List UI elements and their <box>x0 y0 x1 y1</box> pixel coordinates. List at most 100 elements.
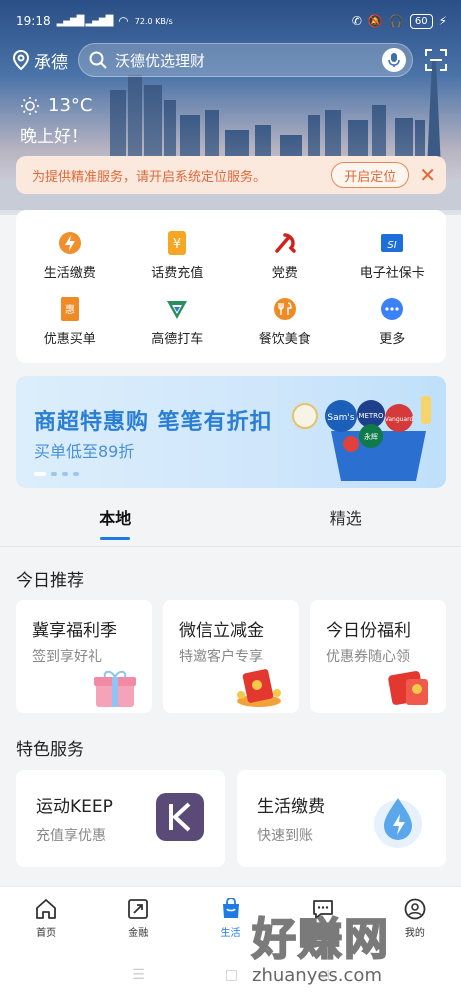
store-logo-metro: METRO <box>358 412 384 420</box>
divider <box>0 546 461 547</box>
nav-profile[interactable]: 我的 <box>369 887 461 950</box>
tab-featured[interactable]: 精选 <box>231 505 461 547</box>
promo-banner[interactable]: 商超特惠购 笔笔有折扣 买单低至89折 Sam's METRO Vanguard… <box>16 376 446 488</box>
greeting: 晚上好！ <box>20 127 88 147</box>
service-label: 话费充值 <box>151 265 204 281</box>
nav-label: 金融 <box>128 928 149 939</box>
location-pin-icon <box>12 50 30 70</box>
search-bar[interactable]: 沃德优选理财 <box>78 43 413 77</box>
bottom-navigation: 首页 金融 生活 社区 我的 <box>0 886 461 950</box>
coupon-icon <box>388 671 428 705</box>
recommend-card-wechat-discount[interactable]: 微信立减金 特邀客户专享 <box>163 600 299 713</box>
weather-widget: 13°C 晚上好！ <box>20 95 92 147</box>
service-item-phone-recharge[interactable]: ¥ 话费充值 <box>124 222 232 289</box>
charging-icon: ⚡ <box>438 14 447 28</box>
recommend-card-welfare-season[interactable]: 冀享福利季 签到享好礼 <box>16 600 152 713</box>
store-logo-yonghui: 永辉 <box>364 432 378 441</box>
nav-home[interactable]: 首页 <box>0 887 92 950</box>
service-item-amap-taxi[interactable]: 高德打车 <box>124 289 232 356</box>
section-title-today: 今日推荐 <box>16 571 84 591</box>
nav-label: 首页 <box>36 928 57 939</box>
temperature: 13°C <box>48 95 93 116</box>
location-label: 承德 <box>34 52 68 73</box>
card-title: 冀享福利季 <box>32 621 117 641</box>
service-item-utility-payment[interactable]: 生活缴费 <box>16 222 124 289</box>
top-bar: 承德 沃德优选理财 <box>0 42 461 78</box>
service-grid: 生活缴费 ¥ 话费充值 党费 SI 电子社保卡 惠 优惠买单 高德打车 餐饮美食… <box>16 210 446 363</box>
search-input[interactable]: 沃德优选理财 <box>115 50 374 71</box>
tab-label: 精选 <box>329 509 362 528</box>
amap-taxi-icon <box>164 296 190 322</box>
water-drop-icon <box>374 798 422 848</box>
wifi-icon: ◠ <box>118 14 129 28</box>
voice-search-button[interactable] <box>382 48 406 72</box>
system-navigation-bar: ☰ □ ◁ <box>0 950 461 1000</box>
discount-ticket-icon: 惠 <box>57 296 83 322</box>
red-envelope-icon <box>237 669 281 707</box>
battery-indicator: 60 <box>409 13 433 29</box>
service-item-social-security-card[interactable]: SI 电子社保卡 <box>339 222 447 289</box>
service-item-more[interactable]: 更多 <box>339 289 447 356</box>
sun-icon <box>21 96 39 115</box>
service-card-keep[interactable]: 运动KEEP 充值享优惠 <box>16 770 225 867</box>
finance-icon <box>128 899 149 919</box>
card-subtitle: 签到享好礼 <box>32 649 102 665</box>
tab-local[interactable]: 本地 <box>0 505 231 547</box>
keep-logo-icon <box>156 793 204 841</box>
party-emblem-icon <box>272 230 298 256</box>
chat-icon <box>312 900 333 919</box>
scan-button[interactable] <box>423 47 449 73</box>
service-item-party-fee[interactable]: 党费 <box>231 222 339 289</box>
status-time: 19:18 <box>16 14 51 28</box>
menu-key-icon[interactable]: ☰ <box>132 967 145 983</box>
shopping-bag-icon <box>222 898 239 918</box>
active-tab-indicator <box>100 537 131 540</box>
nav-label: 社区 <box>312 928 333 939</box>
social-security-card-icon: SI <box>379 230 405 256</box>
section-title-featured: 特色服务 <box>16 740 84 760</box>
banner-title: 商超特惠购 笔笔有折扣 <box>34 410 273 435</box>
banner-subtitle: 买单低至89折 <box>34 442 135 461</box>
location-selector[interactable]: 承德 <box>12 48 68 73</box>
enable-location-button[interactable]: 开启定位 <box>331 162 410 188</box>
search-icon <box>89 51 107 69</box>
lightning-icon <box>57 230 83 256</box>
nav-community[interactable]: 社区 <box>277 887 369 950</box>
yuan-icon: ¥ <box>164 230 190 256</box>
cell-signal-icon: ▂▄▆█ ▂▄▆█ <box>56 15 114 27</box>
store-logo-sams: Sam's <box>327 413 354 423</box>
service-item-dining[interactable]: 餐饮美食 <box>231 289 339 356</box>
service-label: 生活缴费 <box>43 265 96 281</box>
mute-icon: 🔕 <box>367 14 383 28</box>
service-item-discount-pay[interactable]: 惠 优惠买单 <box>16 289 124 356</box>
location-notice: 为提供精准服务，请开启系统定位服务。 开启定位 ✕ <box>16 156 446 194</box>
call-icon: ✆ <box>351 14 362 28</box>
svg-text:SI: SI <box>388 240 397 251</box>
nav-label: 我的 <box>404 928 425 939</box>
home-icon <box>36 899 56 919</box>
microphone-icon <box>388 53 400 67</box>
dining-icon <box>272 296 298 322</box>
network-speed: 72.0 KB/s <box>134 16 173 26</box>
service-label: 优惠买单 <box>43 332 96 348</box>
close-icon[interactable]: ✕ <box>419 165 436 185</box>
profile-icon <box>404 898 426 920</box>
service-label: 电子社保卡 <box>359 265 425 281</box>
nav-life[interactable]: 生活 <box>184 887 276 950</box>
recommend-card-daily-welfare[interactable]: 今日份福利 优惠券随心领 <box>310 600 446 713</box>
shopping-basket-illustration: Sam's METRO Vanguard 永辉 <box>292 396 431 481</box>
nav-finance[interactable]: 金融 <box>92 887 184 950</box>
nav-label: 生活 <box>220 928 241 939</box>
store-logo-vanguard: Vanguard <box>385 416 414 423</box>
status-bar: 19:18 ▂▄▆█ ▂▄▆█ ◠ 72.0 KB/s ✆ 🔕 🎧 60 ⚡ <box>0 0 461 42</box>
card-subtitle: 优惠券随心领 <box>326 649 410 665</box>
back-key-icon[interactable]: ◁ <box>318 967 329 983</box>
service-card-utility[interactable]: 生活缴费 快速到账 <box>237 770 446 867</box>
svg-text:¥: ¥ <box>173 237 181 252</box>
tab-label: 本地 <box>99 509 132 528</box>
gift-box-icon <box>94 670 136 707</box>
home-key-icon[interactable]: □ <box>225 967 238 983</box>
service-label: 党费 <box>271 265 298 281</box>
card-title: 微信立减金 <box>179 621 264 641</box>
more-icon <box>379 296 405 322</box>
